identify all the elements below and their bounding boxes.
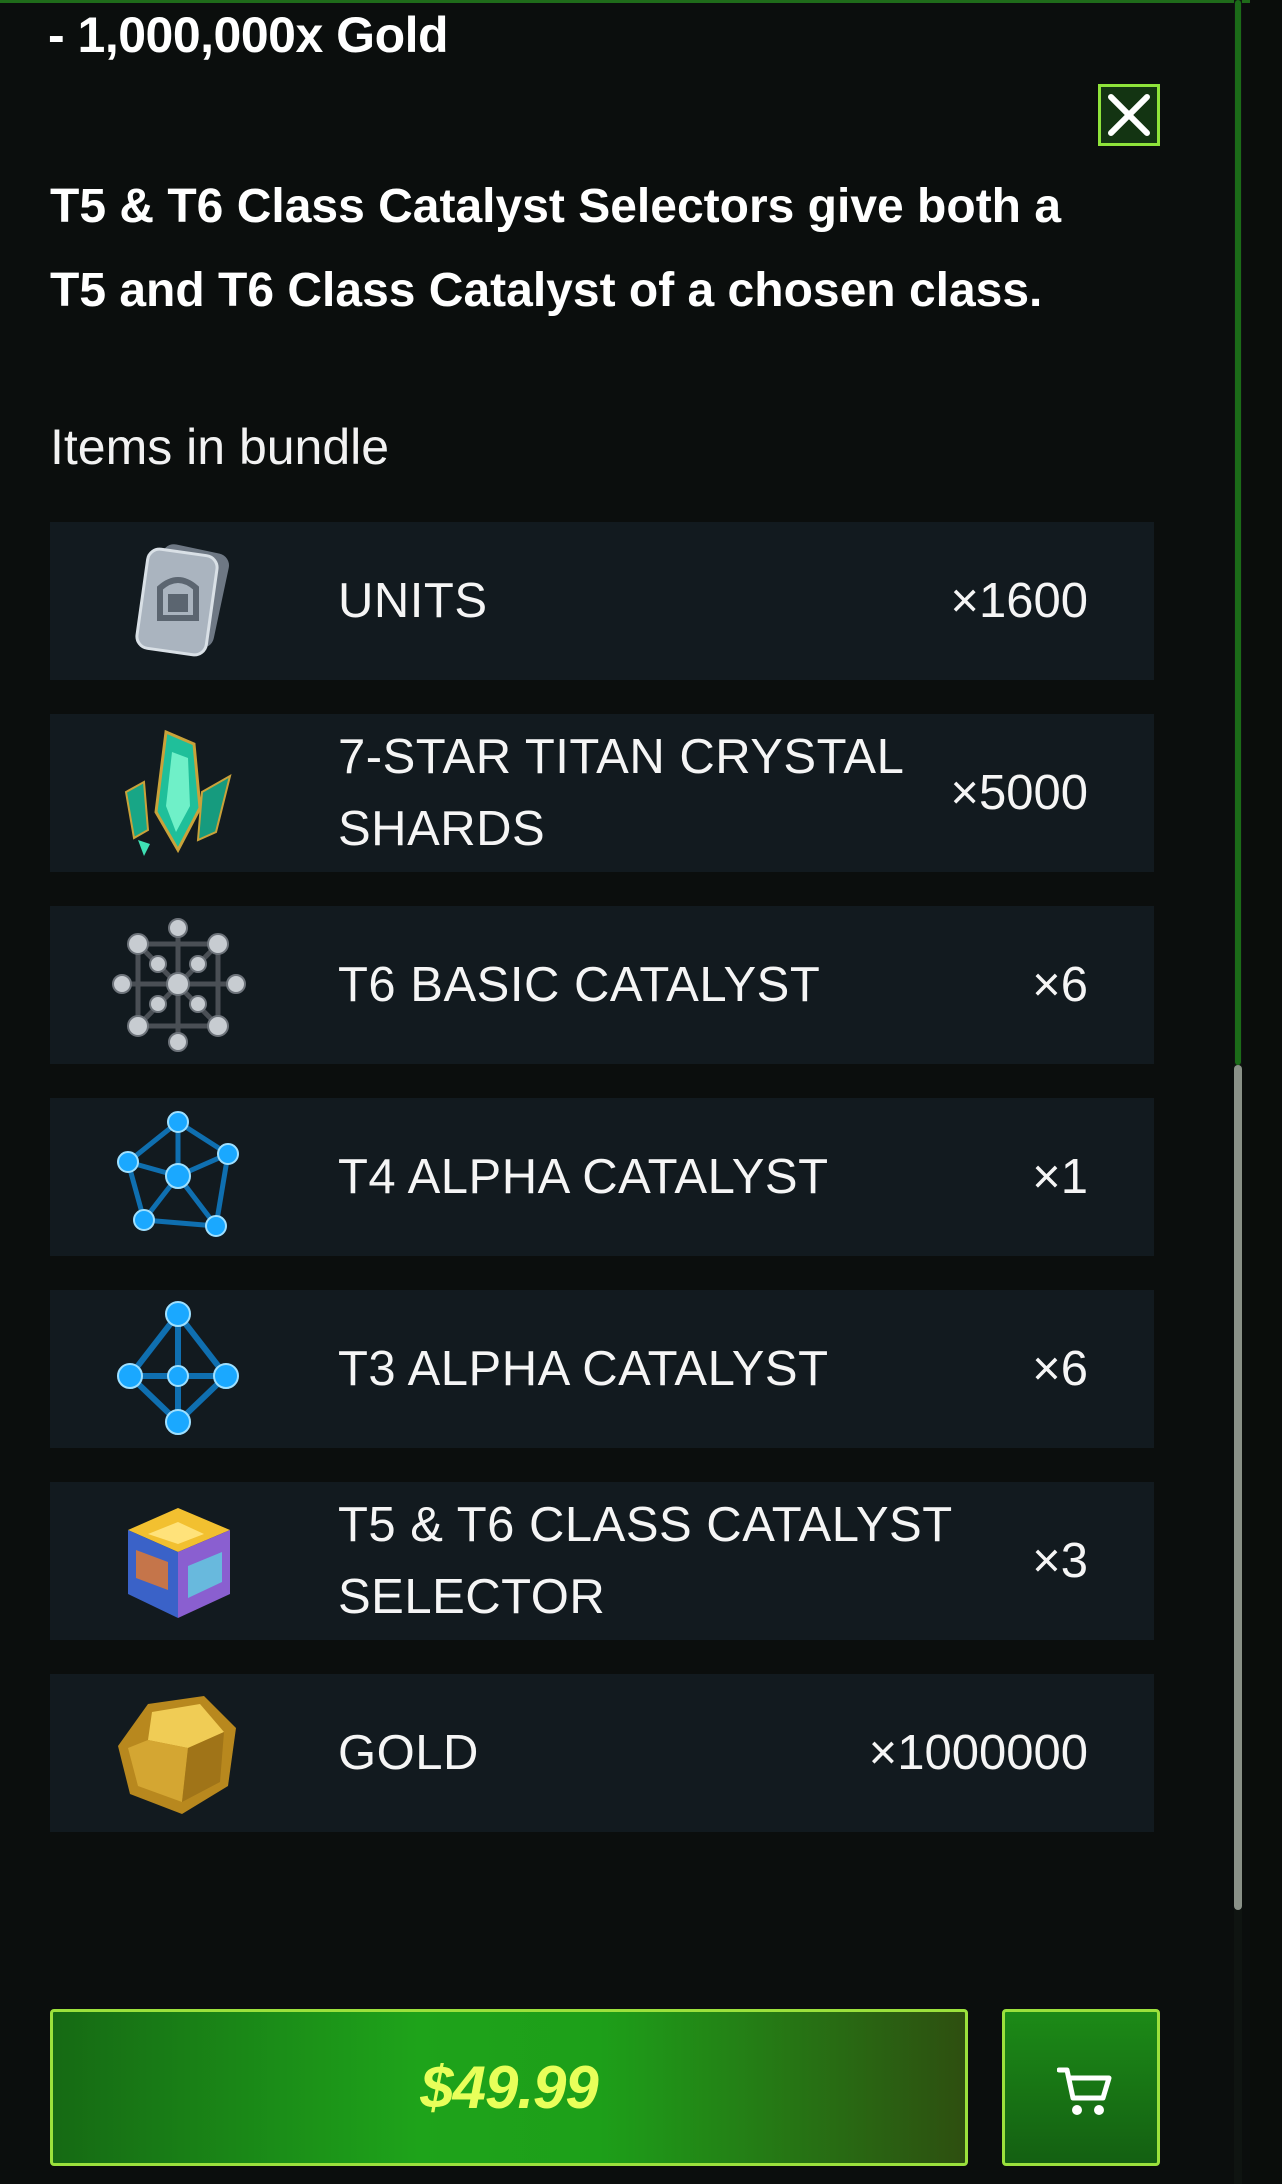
bundle-item-row: T5 & T6 CLASS CATALYST SELECTOR ×3 <box>50 1482 1154 1640</box>
item-name: 7-STAR TITAN CRYSTAL SHARDS <box>338 730 903 856</box>
t6-basic-catalyst-icon <box>112 918 246 1052</box>
buy-button[interactable]: $49.99 <box>50 2009 968 2166</box>
close-icon <box>1108 94 1150 136</box>
bundle-item-row: GOLD ×1000000 <box>50 1674 1154 1832</box>
items-heading: Items in bundle <box>50 419 390 475</box>
item-name: T6 BASIC CATALYST <box>338 958 821 1012</box>
bundle-item-row: UNITS ×1600 <box>50 522 1154 680</box>
bundle-description: T5 & T6 Class Catalyst Selectors give bo… <box>50 180 1062 317</box>
item-name: T3 ALPHA CATALYST <box>338 1342 829 1396</box>
cart-icon <box>1057 2067 1112 2115</box>
add-to-cart-button[interactable] <box>1002 2009 1160 2166</box>
item-quantity: ×6 <box>1032 1342 1088 1396</box>
bundle-item-row: T3 ALPHA CATALYST ×6 <box>50 1290 1154 1448</box>
gold-icon <box>118 1696 236 1814</box>
item-name: T5 & T6 CLASS CATALYST SELECTOR <box>338 1498 952 1624</box>
scrollbar-thumb[interactable] <box>1234 1065 1242 1910</box>
item-name: T4 ALPHA CATALYST <box>338 1150 829 1204</box>
bundle-item-row: T4 ALPHA CATALYST ×1 <box>50 1098 1154 1256</box>
titan-crystal-shards-icon <box>124 729 232 856</box>
item-quantity: ×1 <box>1032 1150 1088 1204</box>
price-label: $49.99 <box>420 2054 599 2121</box>
right-edge-background <box>1250 0 1282 2184</box>
item-quantity: ×1000000 <box>868 1726 1088 1780</box>
item-quantity: ×5000 <box>950 766 1088 820</box>
bundle-item-row: T6 BASIC CATALYST ×6 <box>50 906 1154 1064</box>
t3-alpha-catalyst-icon <box>117 1301 239 1435</box>
item-quantity: ×1600 <box>950 574 1088 628</box>
top-border <box>0 0 1282 3</box>
item-quantity: ×3 <box>1032 1534 1088 1588</box>
item-name: UNITS <box>338 574 488 628</box>
scrollbar-upper <box>1235 0 1241 1065</box>
close-button[interactable] <box>1098 84 1160 146</box>
bundle-item-row: 7-STAR TITAN CRYSTAL SHARDS ×5000 <box>50 714 1154 872</box>
class-catalyst-selector-icon <box>128 1508 230 1618</box>
units-icon <box>135 544 230 657</box>
bundle-gold-line: - 1,000,000x Gold <box>48 7 449 63</box>
item-quantity: ×6 <box>1032 958 1088 1012</box>
t4-alpha-catalyst-icon <box>117 1111 239 1237</box>
